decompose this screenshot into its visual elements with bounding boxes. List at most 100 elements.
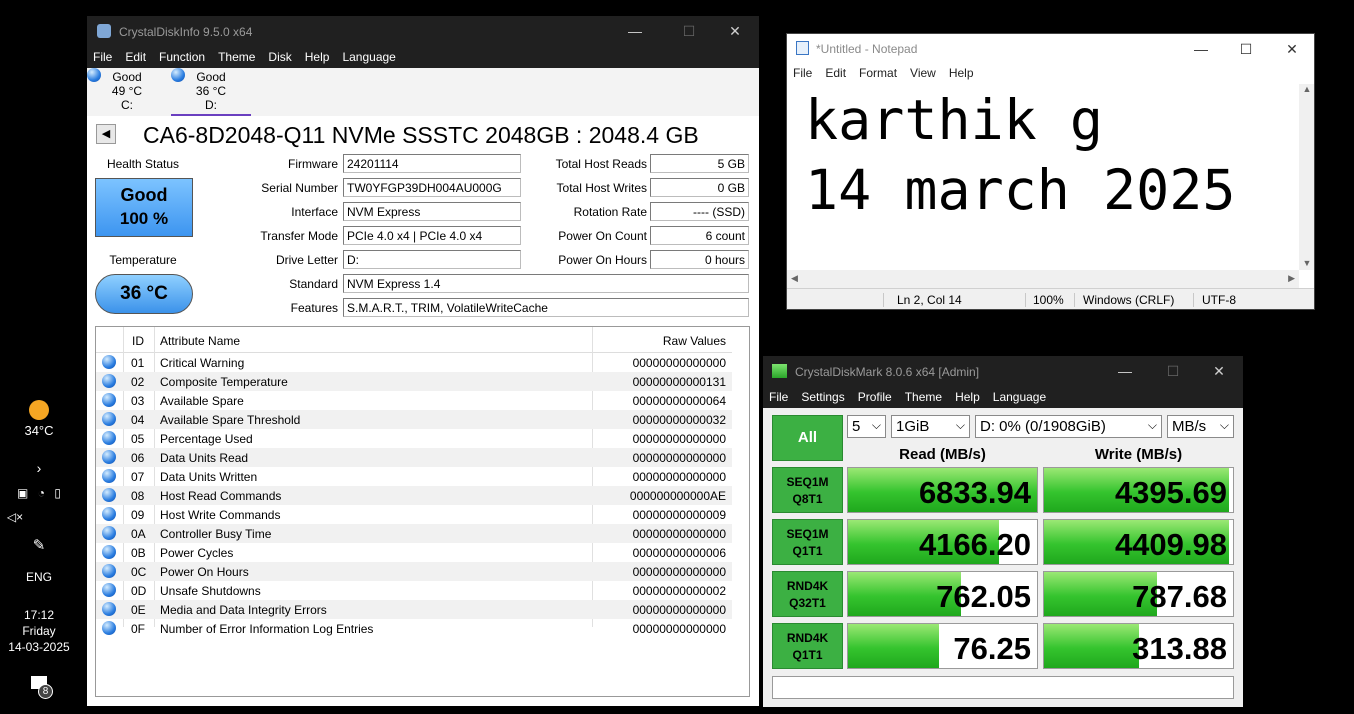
features-value: S.M.A.R.T., TRIM, VolatileWriteCache [343,298,749,317]
wifi-icon[interactable]: ◔ [38,486,45,500]
menu-item-function[interactable]: Function [159,50,205,64]
write-result: 313.88 [1043,623,1234,669]
features-label: Features [290,301,338,315]
menu-item-view[interactable]: View [910,66,936,80]
system-tray-icons[interactable]: ▣ ◔ ▯ [0,486,78,500]
menu-item-format[interactable]: Format [859,66,897,80]
menu-item-language[interactable]: Language [342,50,395,64]
cdi-titlebar[interactable]: CrystalDiskInfo 9.5.0 x64 — ☐ ✕ [87,16,759,46]
cdm-titlebar[interactable]: CrystalDiskMark 8.0.6 x64 [Admin] — ☐ ✕ [763,356,1243,386]
table-row[interactable]: 07 Data Units Written 00000000000000 [96,467,732,486]
menu-item-disk[interactable]: Disk [268,50,291,64]
col-raw-header[interactable]: Raw Values [663,334,726,348]
temperature-badge[interactable]: 36 °C [95,274,193,314]
prev-drive-button[interactable]: ◀ [96,124,116,144]
drive-tabs: Good 49 °C C: Good 36 °C D: [87,68,759,116]
attr-raw: 00000000000000 [632,622,726,636]
chevron-right-icon[interactable]: › [0,460,78,476]
scroll-up-icon[interactable]: ▲ [1299,84,1314,94]
table-row[interactable]: 0D Unsafe Shutdowns 00000000000002 [96,581,732,600]
horizontal-scrollbar[interactable]: ◀ ▶ [787,270,1299,288]
language-indicator[interactable]: ENG [0,570,78,584]
device-icon[interactable]: ▯ [54,486,61,500]
notepad-statusbar: Ln 2, Col 14 100% Windows (CRLF) UTF-8 [787,288,1314,309]
pen-icon[interactable]: ✎ [0,536,78,554]
menu-item-edit[interactable]: Edit [825,66,846,80]
col-name-header[interactable]: Attribute Name [160,334,240,348]
smart-attribute-table[interactable]: ID Attribute Name Raw Values 01 Critical … [95,326,750,697]
table-row[interactable]: 09 Host Write Commands 00000000000009 [96,505,732,524]
maximize-icon[interactable]: ☐ [679,22,699,40]
menu-item-file[interactable]: File [93,50,112,64]
menu-item-edit[interactable]: Edit [125,50,146,64]
col-id-header[interactable]: ID [132,334,144,348]
menu-item-file[interactable]: File [769,390,788,404]
attr-raw: 00000000000000 [632,356,726,370]
test-button[interactable]: SEQ1M Q8T1 [772,467,843,513]
menu-item-profile[interactable]: Profile [858,390,892,404]
drive-tab-d[interactable]: Good 36 °C D: [171,68,251,116]
unit-select[interactable]: MB/s ⌵ [1167,415,1234,438]
notepad-title: *Untitled - Notepad [816,42,918,56]
table-row[interactable]: 06 Data Units Read 00000000000000 [96,448,732,467]
table-row[interactable]: 0E Media and Data Integrity Errors 0000000… [96,600,732,619]
maximize-icon[interactable]: ☐ [1236,40,1256,58]
minimize-icon[interactable]: — [1191,40,1211,58]
drive-tab-c[interactable]: Good 49 °C C: [87,68,167,116]
drive-letter: C: [121,98,133,112]
notepad-text-area[interactable]: karthik g 14 march 2025 [787,84,1299,288]
table-row[interactable]: 0C Power On Hours 00000000000000 [96,562,732,581]
scroll-left-icon[interactable]: ◀ [791,273,798,284]
menu-item-help[interactable]: Help [955,390,980,404]
table-row[interactable]: 0F Number of Error Information Log Entrie… [96,619,732,638]
clock-day: Friday [22,624,56,638]
close-icon[interactable]: ✕ [1282,40,1302,58]
attr-id: 0F [131,622,146,636]
crystaldiskinfo-window: CrystalDiskInfo 9.5.0 x64 — ☐ ✕ File Edit… [87,16,759,706]
battery-icon[interactable]: ▣ [17,486,28,500]
drive-model-title: CA6-8D2048-Q11 NVMe SSSTC 2048GB : 2048.… [143,122,699,148]
unit-value: MB/s [1172,418,1207,435]
notepad-titlebar[interactable]: *Untitled - Notepad — ☐ ✕ [787,34,1314,62]
attr-name: Composite Temperature [160,375,288,389]
menu-item-help[interactable]: Help [305,50,330,64]
scroll-down-icon[interactable]: ▼ [1299,258,1314,268]
test-button[interactable]: RND4K Q1T1 [772,623,843,669]
notepad-app-icon [796,41,809,55]
muted-speaker-icon[interactable]: ◁× [0,510,54,524]
table-row[interactable]: 04 Available Spare Threshold 0000000000003… [96,410,732,429]
test-size-select[interactable]: 1GiB ⌵ [891,415,970,438]
menu-item-theme[interactable]: Theme [905,390,942,404]
test-count-select[interactable]: 5 ⌵ [847,415,886,438]
table-row[interactable]: 0A Controller Busy Time 00000000000000 [96,524,732,543]
table-row[interactable]: 01 Critical Warning 00000000000000 [96,353,732,372]
close-icon[interactable]: ✕ [1209,362,1229,380]
all-button[interactable]: All [772,415,843,461]
table-header: ID Attribute Name Raw Values [96,327,732,627]
weather-widget[interactable]: 34°C [0,400,78,438]
test-button[interactable]: RND4K Q32T1 [772,571,843,617]
health-status-badge[interactable]: Good 100 % [95,178,193,237]
drive-select[interactable]: D: 0% (0/1908GiB) ⌵ [975,415,1162,438]
menu-item-theme[interactable]: Theme [218,50,255,64]
table-row[interactable]: 02 Composite Temperature 00000000000131 [96,372,732,391]
vertical-scrollbar[interactable]: ▲ ▼ [1299,84,1314,270]
table-row[interactable]: 0B Power Cycles 00000000000006 [96,543,732,562]
scroll-right-icon[interactable]: ▶ [1288,273,1295,284]
menu-item-help[interactable]: Help [949,66,974,80]
test-button[interactable]: SEQ1M Q1T1 [772,519,843,565]
table-row[interactable]: 05 Percentage Used 00000000000000 [96,429,732,448]
table-row[interactable]: 08 Host Read Commands 000000000000AE [96,486,732,505]
menu-item-settings[interactable]: Settings [801,390,844,404]
menu-item-language[interactable]: Language [993,390,1046,404]
notification-button[interactable]: 8 [0,676,78,699]
attr-name: Power Cycles [160,546,234,560]
minimize-icon[interactable]: — [1115,362,1135,380]
menu-item-file[interactable]: File [793,66,812,80]
minimize-icon[interactable]: — [625,22,645,40]
comment-field[interactable] [772,676,1234,699]
maximize-icon[interactable]: ☐ [1163,362,1183,380]
table-row[interactable]: 03 Available Spare 00000000000064 [96,391,732,410]
clock[interactable]: 17:12 Friday 14-03-2025 [0,608,78,654]
close-icon[interactable]: ✕ [725,22,745,40]
